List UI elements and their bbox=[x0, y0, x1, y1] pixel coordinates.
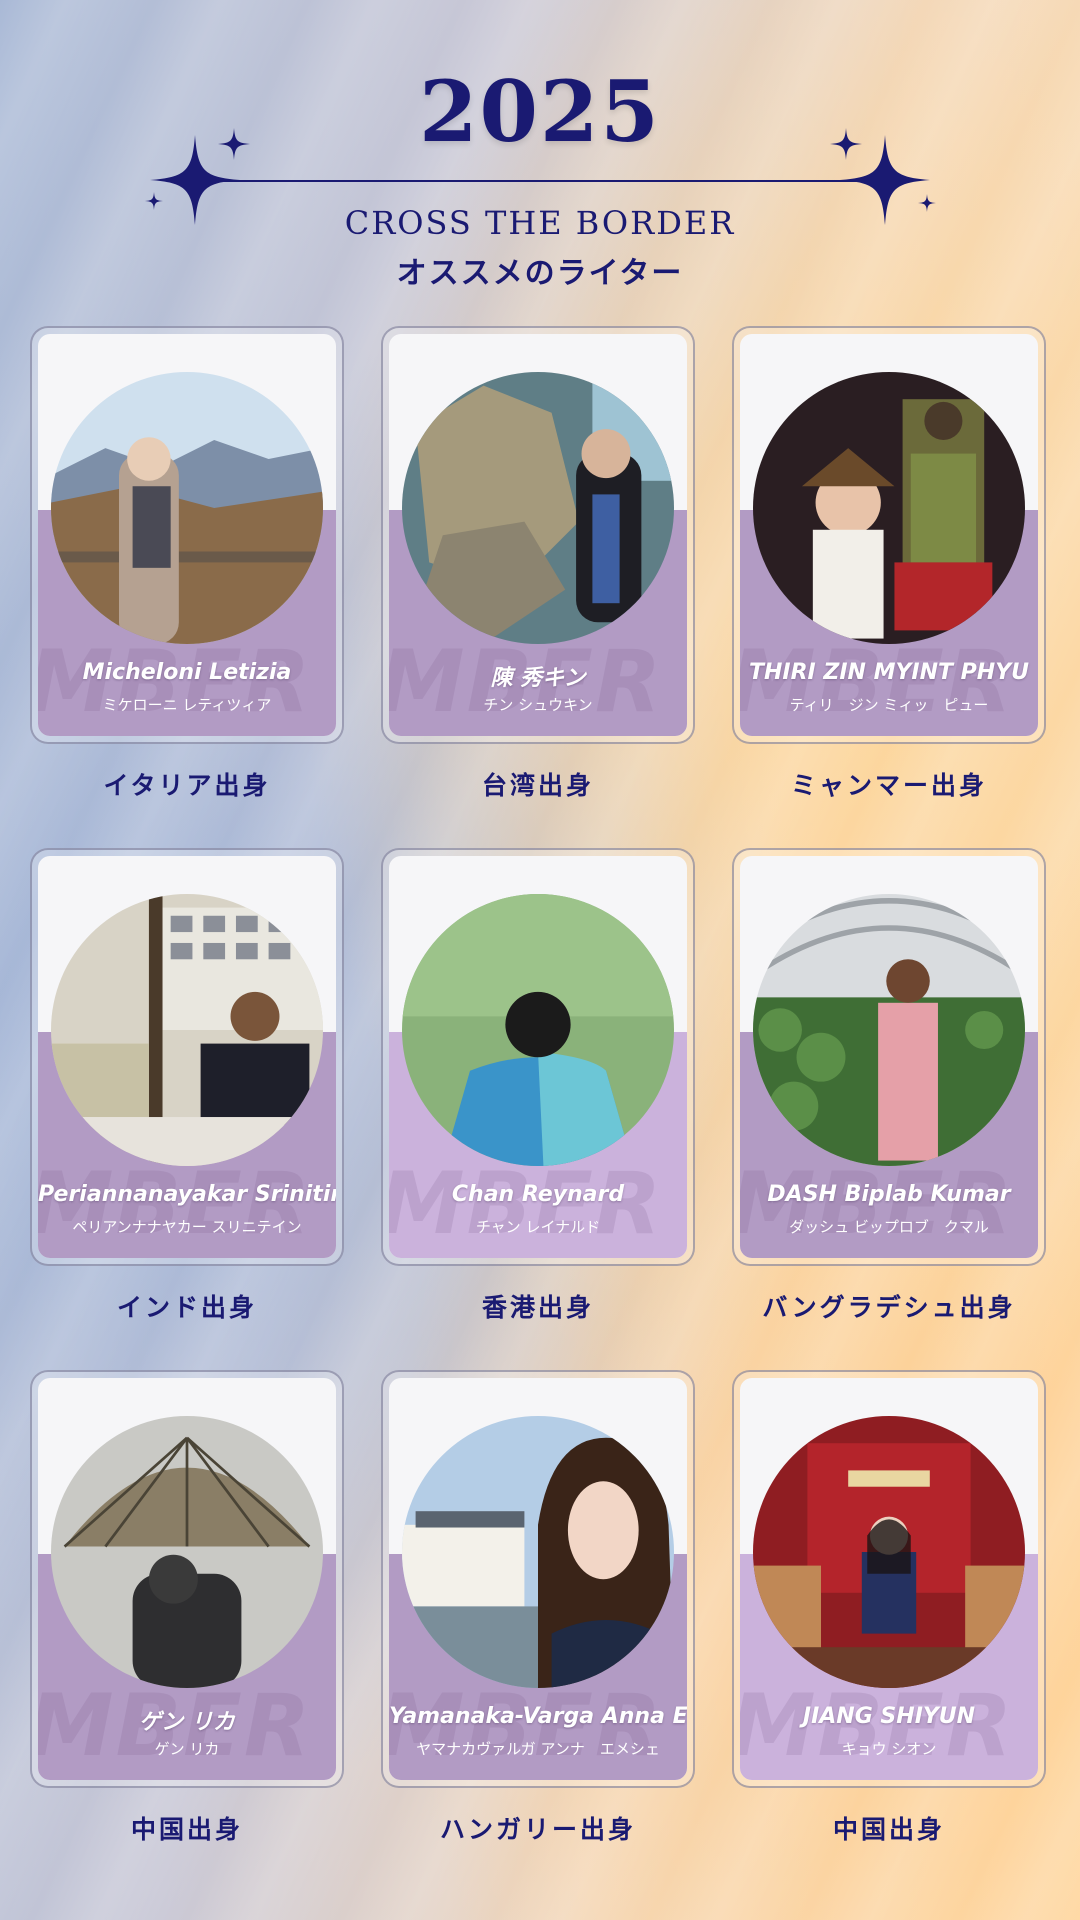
writer-photo bbox=[753, 372, 1025, 644]
writer-name: Chan Reynard bbox=[451, 1182, 625, 1207]
writer-photo bbox=[51, 894, 323, 1166]
writer-name: THIRI ZIN MYINT PHYU bbox=[748, 660, 1030, 685]
writer-name-kana: チャン レイナルド bbox=[475, 1218, 601, 1236]
card-body: MBER JIANG SHIYUN キョウ シオン bbox=[740, 1378, 1038, 1780]
writer-card[interactable]: MBER Micheloni Letizia ミケローニ レティツィア bbox=[30, 326, 344, 744]
card-body: MBER Periannanayakar Srinitin ペリアンナナヤカー … bbox=[38, 856, 336, 1258]
writer-origin: イタリア出身 bbox=[103, 771, 271, 800]
card-body: MBER THIRI ZIN MYINT PHYU ティリ ジン ミィッ ピュー bbox=[740, 334, 1038, 736]
writer-name: Micheloni Letizia bbox=[82, 660, 292, 685]
writer-name-kana: ヤマナカヴァルガ アンナ エメシェ bbox=[416, 1740, 660, 1758]
writer-origin: 香港出身 bbox=[481, 1293, 594, 1322]
writer-photo bbox=[402, 372, 674, 644]
writer-photo bbox=[753, 894, 1025, 1166]
writer-origin: ミャンマー出身 bbox=[790, 771, 987, 800]
writer-card[interactable]: MBER DASH Biplab Kumar ダッシュ ビップロブ クマル bbox=[732, 848, 1046, 1266]
writer-photo bbox=[402, 894, 674, 1166]
writer-name-kana: ミケローニ レティツィア bbox=[102, 696, 272, 714]
writer-name: ゲン リカ bbox=[139, 1710, 235, 1735]
writer-photo bbox=[402, 1416, 674, 1688]
writer-name-kana: ティリ ジン ミィッ ピュー bbox=[789, 696, 989, 714]
writer-name-kana: ゲン リカ bbox=[154, 1740, 220, 1758]
writer-name: DASH Biplab Kumar bbox=[767, 1182, 1011, 1207]
writer-origin: 中国出身 bbox=[832, 1815, 945, 1844]
writer-origin: インド出身 bbox=[116, 1293, 257, 1322]
card-body: MBER 陳 秀キン チン シュウキン bbox=[389, 334, 687, 736]
card-body: MBER Chan Reynard チャン レイナルド bbox=[389, 856, 687, 1258]
writer-origin: バングラデシュ出身 bbox=[762, 1293, 1016, 1322]
writer-card[interactable]: MBER ゲン リカ ゲン リカ bbox=[30, 1370, 344, 1788]
writer-name: JIANG SHIYUN bbox=[802, 1704, 976, 1729]
writer-name-kana: ペリアンナナヤカー スリニテイン bbox=[72, 1218, 302, 1236]
sparkle-icon bbox=[830, 128, 862, 160]
writer-name-kana: キョウ シオン bbox=[841, 1740, 937, 1758]
header: 2025 CROSS THE BORDER オススメのライター bbox=[0, 0, 1080, 300]
card-body: MBER DASH Biplab Kumar ダッシュ ビップロブ クマル bbox=[740, 856, 1038, 1258]
writer-name-kana: チン シュウキン bbox=[483, 696, 593, 714]
writer-card[interactable]: MBER Chan Reynard チャン レイナルド bbox=[381, 848, 695, 1266]
writer-name: Periannanayakar Srinitin bbox=[38, 1182, 336, 1207]
subtitle: CROSS THE BORDER bbox=[344, 204, 736, 242]
writer-origin: ハンガリー出身 bbox=[439, 1815, 636, 1844]
writer-card[interactable]: MBER 陳 秀キン チン シュウキン bbox=[381, 326, 695, 744]
writer-name-kana: ダッシュ ビップロブ クマル bbox=[789, 1218, 989, 1236]
writer-card[interactable]: MBER THIRI ZIN MYINT PHYU ティリ ジン ミィッ ピュー bbox=[732, 326, 1046, 744]
writer-card[interactable]: MBER Periannanayakar Srinitin ペリアンナナヤカー … bbox=[30, 848, 344, 1266]
card-body: MBER Yamanaka-Varga Anna Emese ヤマナカヴァルガ … bbox=[389, 1378, 687, 1780]
subtitle-japanese: オススメのライター bbox=[396, 256, 684, 291]
writer-name: 陳 秀キン bbox=[490, 666, 586, 691]
card-body: MBER Micheloni Letizia ミケローニ レティツィア bbox=[38, 334, 336, 736]
writer-origin: 台湾出身 bbox=[481, 771, 594, 800]
writer-origin: 中国出身 bbox=[130, 1815, 243, 1844]
writer-photo bbox=[51, 372, 323, 644]
writer-photo bbox=[51, 1416, 323, 1688]
writer-name: Yamanaka-Varga Anna Emese bbox=[389, 1704, 687, 1729]
sparkle-icon bbox=[218, 128, 250, 160]
writer-card[interactable]: MBER JIANG SHIYUN キョウ シオン bbox=[732, 1370, 1046, 1788]
card-body: MBER ゲン リカ ゲン リカ bbox=[38, 1378, 336, 1780]
header-divider bbox=[190, 180, 890, 182]
writer-photo bbox=[753, 1416, 1025, 1688]
writer-card[interactable]: MBER Yamanaka-Varga Anna Emese ヤマナカヴァルガ … bbox=[381, 1370, 695, 1788]
